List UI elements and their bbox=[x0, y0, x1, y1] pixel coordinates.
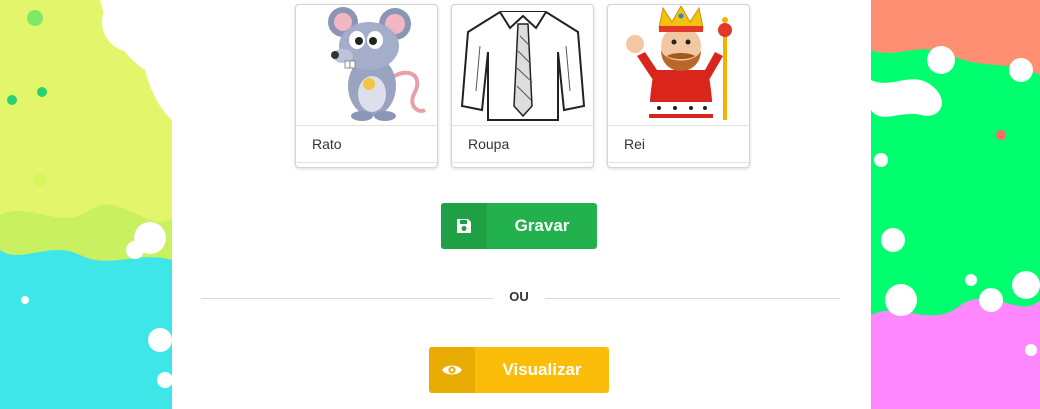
card-label: Rato bbox=[296, 126, 437, 163]
save-button[interactable]: Gravar bbox=[441, 203, 597, 249]
mouse-cartoon-icon bbox=[327, 7, 426, 121]
word-card-list: Rato Roupa Rei bbox=[295, 4, 750, 168]
divider-left bbox=[201, 298, 493, 299]
right-paint-splash-background bbox=[871, 0, 1040, 409]
divider-right bbox=[545, 298, 840, 299]
preview-button-label: Visualizar bbox=[502, 360, 582, 379]
or-separator-label: OU bbox=[509, 289, 529, 304]
word-card[interactable]: Rei bbox=[607, 4, 750, 168]
shirt-icon bbox=[460, 11, 585, 121]
main-content: Rato Roupa Rei Gravar OU Visualizar bbox=[172, 0, 871, 409]
word-card[interactable]: Roupa bbox=[451, 4, 594, 168]
save-button-label: Gravar bbox=[514, 216, 570, 235]
card-label: Roupa bbox=[452, 126, 593, 163]
card-label: Rei bbox=[608, 126, 749, 163]
king-cartoon-icon bbox=[625, 6, 732, 120]
eye-icon bbox=[429, 347, 475, 393]
left-paint-splash-background bbox=[0, 0, 172, 409]
card-image bbox=[296, 5, 437, 126]
card-image bbox=[452, 5, 593, 126]
card-image bbox=[608, 5, 749, 126]
floppy-disk-icon bbox=[441, 203, 487, 249]
preview-button[interactable]: Visualizar bbox=[429, 347, 609, 393]
word-card[interactable]: Rato bbox=[295, 4, 438, 168]
